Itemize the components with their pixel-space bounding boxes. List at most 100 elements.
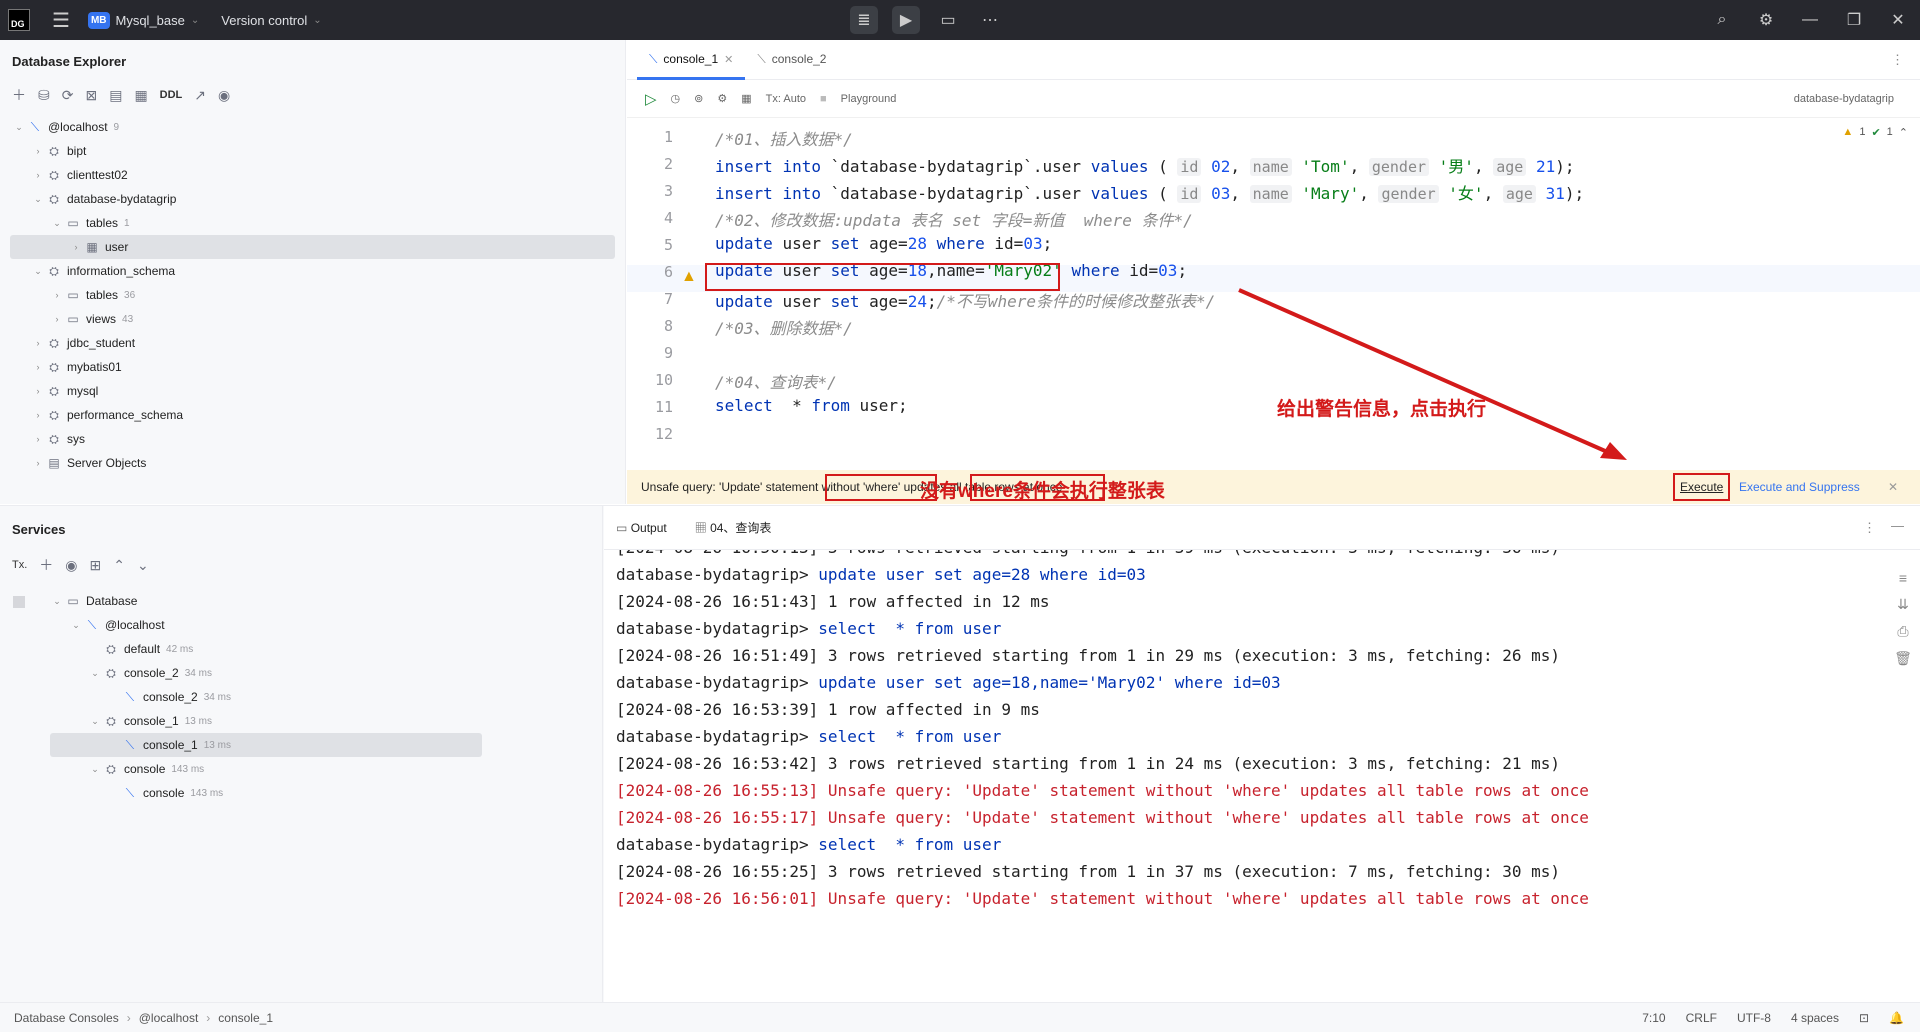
service-item[interactable]: ⟍ console_2 34 ms [0, 685, 602, 709]
more-icon[interactable]: ⋯ [976, 6, 1004, 34]
service-item[interactable]: ⌄ ⛭ console_1 13 ms [0, 709, 602, 733]
view-icon[interactable]: ◉ [65, 557, 77, 574]
tree-item[interactable]: › ⛭ sys [0, 427, 625, 451]
service-item[interactable]: ⌄ ⛭ console 143 ms [0, 757, 602, 781]
chevron-right-icon[interactable]: › [31, 362, 45, 372]
add-icon[interactable]: ＋ [39, 555, 53, 575]
trash-icon[interactable]: 🗑 [1894, 650, 1912, 667]
tree-item[interactable]: › ▦ user [10, 235, 615, 259]
settings-gear-icon[interactable]: ⚙ [1744, 10, 1788, 30]
console-output[interactable]: [2024-08-26 16:50:13] 3 rows retrieved s… [604, 550, 1874, 1003]
more-vertical-icon[interactable]: ⋮ [1891, 52, 1904, 68]
tree-item[interactable]: ⌄ ⛭ information_schema [0, 259, 625, 283]
tree-item[interactable]: › ▭ tables 36 [0, 283, 625, 307]
database-icon[interactable]: ≣ [850, 6, 878, 34]
service-item[interactable]: ⛭ default 42 ms [0, 637, 602, 661]
chevron-down-icon[interactable]: ⌄ [69, 620, 83, 631]
service-item[interactable]: ⌄ ▭ Database [0, 589, 602, 613]
tree-item[interactable]: › ⛭ jdbc_student [0, 331, 625, 355]
jump-icon[interactable]: ↗ [194, 87, 206, 104]
code-editor[interactable]: 1 2 3 4 5 6 7 8 9 10 11 12 ▲ 1 ✔ 1 ⌃ ▲ /*01、插入数据*/ in… [627, 118, 1920, 464]
chevron-down-icon[interactable]: ⌄ [31, 266, 45, 277]
chevron-right-icon[interactable]: › [31, 386, 45, 396]
chevron-down-icon[interactable]: ⌄ [50, 218, 64, 229]
tree-item[interactable]: ⌄ ▭ tables 1 [0, 211, 625, 235]
restore-icon[interactable]: ❐ [1832, 10, 1876, 30]
chevron-right-icon[interactable]: › [31, 410, 45, 420]
breadcrumb-host[interactable]: @localhost [139, 1011, 199, 1025]
chevron-right-icon[interactable]: › [31, 458, 45, 468]
chevron-right-icon[interactable]: › [50, 314, 64, 324]
wrap-icon[interactable]: ≡ [1899, 570, 1907, 586]
breadcrumb-root[interactable]: Database Consoles [14, 1011, 119, 1025]
tree-item[interactable]: › ⛭ clienttest02 [0, 163, 625, 187]
tree-item[interactable]: › ⛭ mybatis01 [0, 355, 625, 379]
history-icon[interactable]: ◷ [671, 92, 681, 105]
lock-icon[interactable]: ⊡ [1859, 1011, 1869, 1025]
service-item[interactable]: ⟍ console_1 13 ms [50, 733, 482, 757]
stop-icon[interactable]: ⊠ [85, 87, 97, 104]
chevron-right-icon[interactable]: › [50, 290, 64, 300]
project-selector[interactable]: MB Mysql_base ⌄ [87, 11, 199, 29]
playground-dropdown[interactable]: Playground [841, 93, 897, 105]
table-icon[interactable]: ▦ [134, 87, 147, 104]
folder-icon[interactable]: ▭ [934, 6, 962, 34]
add-icon[interactable]: ＋ [12, 85, 26, 105]
chevron-down-icon[interactable]: ⌄ [50, 596, 64, 607]
run-icon[interactable]: ▷ [645, 90, 657, 108]
refresh-icon[interactable]: ⟳ [62, 87, 74, 104]
tab-console-2[interactable]: ⟍ console_2 [745, 39, 838, 79]
tree-item[interactable]: ⌄ ⟍ @localhost 9 [0, 115, 625, 139]
view-options-icon[interactable]: ◉ [218, 87, 230, 104]
stop-icon[interactable]: ■ [820, 93, 827, 105]
tab-query-result[interactable]: ▦ 04、查询表 [695, 519, 772, 536]
minimize-icon[interactable]: — [1788, 11, 1832, 29]
service-item[interactable]: ⟍ console 143 ms [0, 781, 602, 805]
chevron-down-icon[interactable]: ⌄ [88, 716, 102, 727]
close-icon[interactable]: ✕ [1888, 480, 1898, 494]
tx-mode-dropdown[interactable]: Tx: Auto [766, 93, 806, 105]
data-source-icon[interactable]: ⛁ [38, 87, 50, 104]
services-icon[interactable]: ▶ [892, 6, 920, 34]
chevron-down-icon[interactable]: ⌄ [88, 668, 102, 679]
notifications-bell-icon[interactable]: 🔔 [1889, 1011, 1904, 1025]
service-item[interactable]: ⌄ ⛭ console_2 34 ms [0, 661, 602, 685]
table-view-icon[interactable]: ▦ [741, 92, 751, 105]
expand-all-icon[interactable]: ⌃ [113, 557, 125, 574]
new-tab-icon[interactable]: ⊞ [90, 557, 102, 574]
settings-icon[interactable]: ⚙ [717, 92, 727, 105]
collapse-all-icon[interactable]: ⌄ [137, 557, 149, 574]
caret-position[interactable]: 7:10 [1642, 1011, 1665, 1025]
scroll-end-icon[interactable]: ⇊ [1897, 596, 1909, 613]
tree-item[interactable]: › ⛭ mysql [0, 379, 625, 403]
main-menu-icon[interactable]: ☰ [52, 8, 70, 33]
stop-icon[interactable] [13, 596, 25, 608]
version-control-menu[interactable]: Version control ⌄ [221, 13, 321, 28]
close-tab-icon[interactable]: ✕ [724, 53, 733, 66]
chevron-right-icon[interactable]: › [31, 434, 45, 444]
tree-item[interactable]: › ⛭ performance_schema [0, 403, 625, 427]
breadcrumb-console[interactable]: console_1 [218, 1011, 273, 1025]
minimize-panel-icon[interactable]: — [1891, 518, 1904, 533]
tx-label[interactable]: Tx. [12, 559, 27, 571]
tree-item[interactable]: › ▤ Server Objects [0, 451, 625, 475]
ddl-button[interactable]: DDL [160, 89, 183, 101]
datasource-selector[interactable]: database-bydatagrip [1794, 93, 1894, 105]
more-vertical-icon[interactable]: ⋮ [1863, 520, 1876, 536]
search-icon[interactable]: ⌕ [1700, 11, 1744, 29]
indent-setting[interactable]: 4 spaces [1791, 1011, 1839, 1025]
execute-suppress-link[interactable]: Execute and Suppress [1739, 480, 1860, 494]
tree-item[interactable]: › ▭ views 43 [0, 307, 625, 331]
tab-console-1[interactable]: ⟍ console_1 ✕ [637, 39, 746, 80]
chevron-down-icon[interactable]: ⌄ [88, 764, 102, 775]
close-icon[interactable]: ✕ [1876, 10, 1920, 30]
service-item[interactable]: ⌄ ⟍ @localhost [0, 613, 602, 637]
chevron-right-icon[interactable]: › [31, 338, 45, 348]
line-ending[interactable]: CRLF [1686, 1011, 1717, 1025]
tab-output[interactable]: ▭ Output [616, 521, 667, 535]
chevron-down-icon[interactable]: ⌄ [12, 122, 26, 133]
file-encoding[interactable]: UTF-8 [1737, 1011, 1771, 1025]
chevron-down-icon[interactable]: ⌄ [31, 194, 45, 205]
tree-item[interactable]: › ⛭ bipt [0, 139, 625, 163]
chevron-right-icon[interactable]: › [31, 146, 45, 156]
